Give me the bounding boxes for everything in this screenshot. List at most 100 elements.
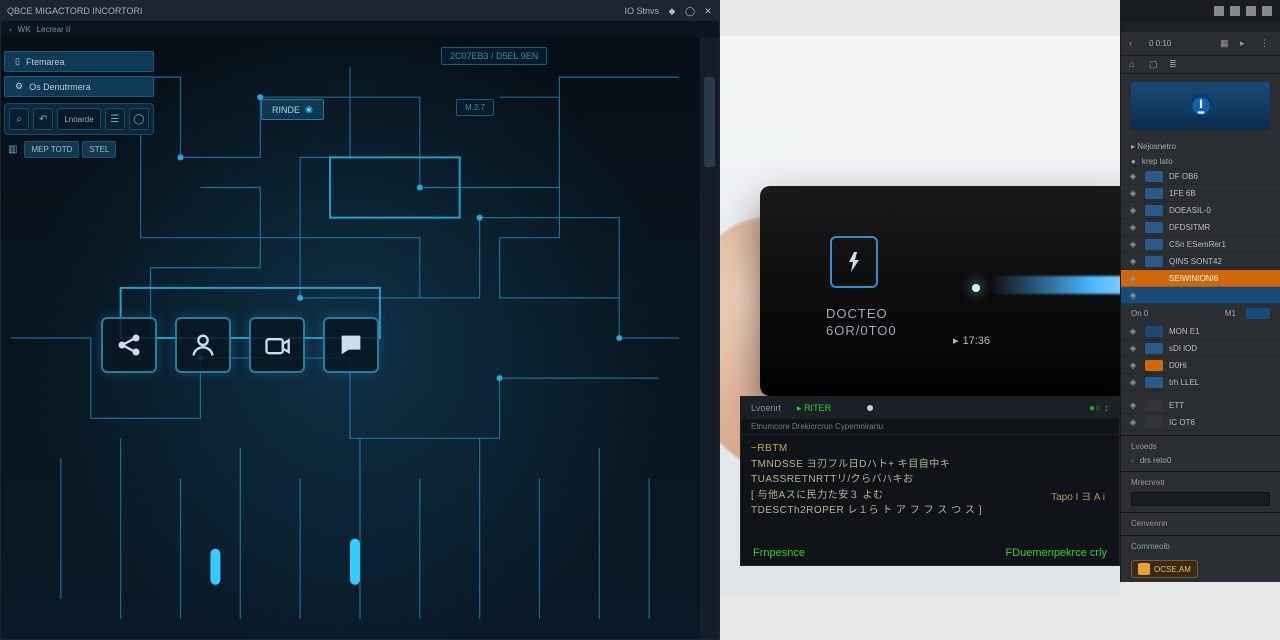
chip-1[interactable]: MEP TOTD — [24, 141, 79, 158]
close-icon[interactable]: ✕ — [703, 6, 713, 16]
visibility-icon[interactable]: ◈ — [1127, 377, 1139, 388]
visibility-icon[interactable]: ◈ — [1127, 343, 1139, 354]
terminal-line: TUASSRETNRTTリ/クらバハキお — [751, 472, 1109, 488]
filter-input[interactable]: Lnoarde — [57, 108, 100, 130]
share-button[interactable] — [101, 317, 157, 373]
grid-icon[interactable]: ▦ — [1220, 38, 1232, 50]
layer-row[interactable]: ◈ SEIWINIONI6 — [1121, 270, 1280, 287]
terminal-side-text: Tapo I ヨ A i — [1051, 488, 1105, 503]
color-swatch[interactable] — [1145, 205, 1163, 216]
visibility-icon[interactable]: ◈ — [1127, 360, 1139, 371]
play-icon[interactable]: ▸ — [1240, 38, 1252, 50]
layer-row[interactable]: ◈ 1FE 6B — [1121, 185, 1280, 202]
layer-thumbnail[interactable] — [1131, 82, 1270, 130]
breadcrumb-root[interactable]: WK — [18, 25, 31, 34]
layer-row[interactable]: ◈MON E1 — [1121, 323, 1280, 340]
layer-row[interactable]: ◈trh LLEL — [1121, 374, 1280, 391]
verified-icon: ◉ — [305, 104, 313, 115]
color-swatch[interactable] — [1145, 239, 1163, 250]
layer-name: sDI lOD — [1169, 344, 1274, 353]
color-swatch[interactable] — [1145, 417, 1163, 428]
color-swatch[interactable] — [1145, 222, 1163, 233]
terminal-tab-2[interactable]: ▸ RITER — [797, 403, 831, 414]
visibility-icon[interactable]: ◈ — [1127, 417, 1139, 428]
visibility-icon[interactable]: ◈ — [1127, 222, 1139, 233]
color-swatch[interactable] — [1145, 188, 1163, 199]
layer-row[interactable]: ◈ sDI lOD — [1121, 340, 1280, 357]
layer-row[interactable]: ◈ CSn ESemRer1 — [1121, 236, 1280, 253]
visibility-icon[interactable]: ◈ — [1127, 256, 1139, 267]
sidebar-item-2[interactable]: ⚙ Os Denutrmera — [4, 76, 154, 97]
action-dock — [101, 317, 379, 373]
sidebar-item-1[interactable]: ▯ Ftemarea — [4, 51, 154, 72]
visibility-icon[interactable]: ◈ — [1127, 326, 1139, 337]
visibility-icon[interactable]: ◈ — [1127, 188, 1139, 199]
back-icon[interactable]: ‹ — [1129, 38, 1141, 50]
layer-name: ETT — [1169, 401, 1274, 410]
scrollbar-thumb[interactable] — [704, 77, 715, 167]
mix-label-b: M1 — [1225, 309, 1236, 318]
color-swatch[interactable] — [1145, 377, 1163, 388]
layers-icon[interactable]: ≣ — [1169, 59, 1181, 71]
warning-badge[interactable]: OCSE.AM — [1131, 560, 1198, 578]
undo-button[interactable]: ↶ — [33, 108, 53, 130]
terminal-output[interactable]: ~RBTM TMNDSSE ヨ刃フル日Dハト+ キ目自中キ TUASSRETNR… — [741, 435, 1119, 525]
color-swatch[interactable] — [1145, 400, 1163, 411]
camera-button[interactable] — [249, 317, 305, 373]
panel-section-header: ▸ Nejosnetro — [1121, 138, 1280, 155]
visibility-icon[interactable]: ◈ — [1127, 205, 1139, 216]
layer-row[interactable]: ◈DFDSITMR — [1121, 219, 1280, 236]
user-menu-button[interactable]: ☰ — [105, 108, 125, 130]
vertical-scrollbar[interactable] — [699, 37, 719, 639]
breadcrumb-page[interactable]: Lecrear II — [37, 25, 71, 34]
section-header: Cenvennn — [1121, 512, 1280, 531]
terminal-footer: Frnpesnce FDuemenpekrce crly — [741, 547, 1119, 559]
color-swatch[interactable] — [1145, 343, 1163, 354]
canvas-label: 2C07EB3 / D5EL 9EN — [441, 47, 547, 65]
visibility-icon[interactable]: ◈ — [1127, 273, 1139, 284]
chat-button[interactable] — [323, 317, 379, 373]
layer-name: 1FE 6B — [1169, 189, 1274, 198]
layer-row[interactable]: ◈IC OT6 — [1121, 414, 1280, 431]
color-swatch[interactable] — [1145, 290, 1163, 301]
color-swatch[interactable] — [1145, 256, 1163, 267]
folder-icon[interactable]: ▢ — [1149, 59, 1161, 71]
chip-2[interactable]: STEL — [82, 141, 116, 158]
back-icon[interactable]: ‹ — [9, 25, 12, 34]
search-button[interactable]: ⌕ — [9, 108, 29, 130]
color-swatch[interactable] — [1145, 326, 1163, 337]
mix-swatch[interactable] — [1246, 308, 1270, 319]
visibility-icon[interactable]: ◈ — [1127, 290, 1139, 301]
layer-row[interactable]: ◈D0Hi — [1121, 357, 1280, 374]
user-button[interactable] — [175, 317, 231, 373]
visibility-icon[interactable]: ◈ — [1127, 400, 1139, 411]
terminal-line: ~RBTM — [751, 441, 1109, 457]
light-streak — [990, 276, 1120, 294]
layer-row[interactable]: ◈ — [1121, 287, 1280, 304]
layer-name: CSn ESemRer1 — [1169, 240, 1274, 249]
color-swatch[interactable] — [1145, 273, 1163, 284]
property-input[interactable] — [1131, 492, 1270, 506]
layer-name: SEIWINIONI6 — [1169, 274, 1274, 283]
visibility-icon[interactable]: ◈ — [1127, 239, 1139, 250]
terminal-tab-1[interactable]: Lvoenrt — [751, 403, 781, 413]
handheld-device: DOCTEO 6OR/0TO0 ▸ 17:36 — [760, 186, 1120, 396]
diamond-icon[interactable]: ◆ — [667, 6, 677, 16]
node-chip[interactable]: RINDE ◉ — [261, 99, 324, 120]
color-swatch[interactable] — [1145, 360, 1163, 371]
settings-icon[interactable]: ◯ — [685, 6, 695, 16]
terminal-subtitle: Etnumcore Drekicrcrun Cypemnirartu — [741, 419, 1119, 435]
layer-row[interactable]: ◈DF OB6 — [1121, 168, 1280, 185]
layer-row[interactable]: ◈DOEASIL-0 — [1121, 202, 1280, 219]
profile-button[interactable]: ◯ — [129, 108, 149, 130]
terminal-tabs: Lvoenrt ▸ RITER ●○ ↕ — [741, 397, 1119, 419]
layer-row[interactable]: ◈ ETT — [1121, 397, 1280, 414]
visibility-icon[interactable]: ◈ — [1127, 171, 1139, 182]
home-icon[interactable]: ⌂ — [1129, 59, 1141, 71]
section-header: Lvoeds — [1121, 435, 1280, 454]
color-swatch[interactable] — [1145, 171, 1163, 182]
layer-row[interactable]: ◈QINS SONT42 — [1121, 253, 1280, 270]
terminal-line: TDESCTh2ROPER レ１ら ト ア フ フ ス つ ス ] — [751, 503, 1109, 519]
tray-icon — [1246, 6, 1256, 16]
menu-icon[interactable]: ⋮ — [1260, 38, 1272, 50]
